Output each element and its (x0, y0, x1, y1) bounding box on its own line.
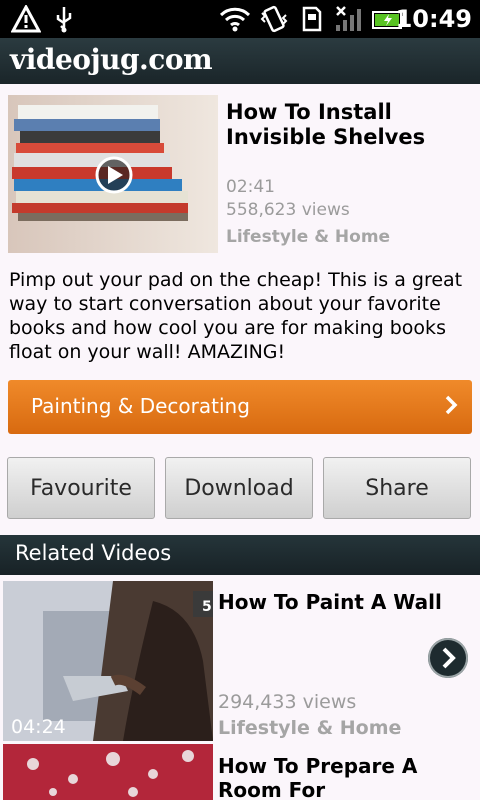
vibrate-icon (258, 4, 290, 34)
video-views: 294,433 views (218, 691, 357, 713)
share-button[interactable]: Share (323, 457, 471, 519)
video-title: How To Paint A Wall (218, 590, 442, 614)
status-bar: 10:49 (0, 0, 480, 38)
chevron-right-icon[interactable] (428, 638, 468, 678)
favourite-button[interactable]: Favourite (7, 457, 155, 519)
section-title: Related Videos (15, 541, 172, 565)
video-thumbnail[interactable] (8, 95, 218, 253)
clock: 10:49 (395, 5, 472, 33)
category-button[interactable]: Painting & Decorating (8, 380, 472, 434)
brand-logo: videojug.com (10, 43, 213, 76)
usb-icon (52, 4, 76, 34)
svg-text:5: 5 (202, 599, 212, 615)
list-item[interactable]: How To Prepare A Room For (0, 744, 480, 800)
download-button[interactable]: Download (165, 457, 313, 519)
video-description: Pimp out your pad on the cheap! This is … (9, 269, 463, 363)
chevron-right-icon (444, 393, 458, 423)
video-category: Lifestyle & Home (218, 717, 402, 739)
signal-icon (334, 4, 364, 34)
play-icon (95, 156, 133, 194)
list-item[interactable]: 5 04:24 How To Paint A Wall 294,433 view… (0, 580, 480, 741)
video-title: How To Install Invisible Shelves (226, 100, 426, 149)
video-views: 558,623 views (226, 200, 350, 220)
video-thumbnail[interactable] (3, 744, 213, 800)
video-title: How To Prepare A Room For (218, 754, 418, 800)
category-button-label: Painting & Decorating (31, 394, 250, 418)
video-duration: 02:41 (226, 177, 275, 197)
warning-icon (10, 4, 42, 34)
wifi-icon (218, 4, 252, 34)
video-category: Lifestyle & Home (226, 227, 391, 247)
sdcard-icon (300, 4, 324, 34)
video-duration: 04:24 (11, 716, 66, 738)
related-videos-header: Related Videos (0, 535, 480, 575)
app-header: videojug.com (0, 38, 480, 84)
